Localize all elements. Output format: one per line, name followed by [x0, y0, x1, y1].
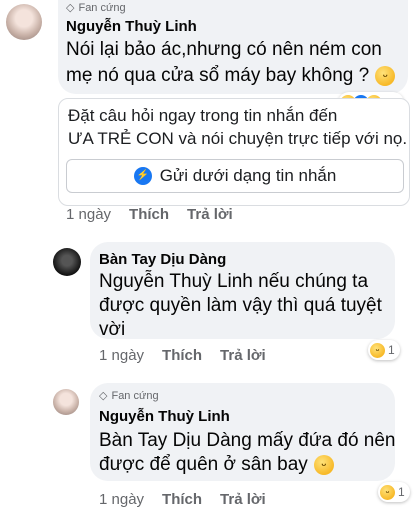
like-button[interactable]: Thích [162, 491, 202, 508]
reply-author-name[interactable]: Nguyễn Thuỳ Linh [99, 408, 230, 425]
reply-timestamp[interactable]: 1 ngày [99, 491, 144, 508]
like-button[interactable]: Thích [162, 347, 202, 364]
reactions-summary[interactable]: ᵕ 1 [378, 482, 410, 502]
fan-badge: ◇ Fan cứng [66, 1, 126, 15]
reply-timestamp[interactable]: 1 ngày [99, 347, 144, 364]
comment-timestamp[interactable]: 1 ngày [66, 206, 111, 223]
diamond-icon: ◇ [99, 390, 108, 402]
laughing-emoji-icon: ᵕ [375, 66, 396, 86]
haha-reaction-icon: ᵕ [370, 342, 385, 358]
reactions-summary[interactable]: ᵕ 1 [368, 340, 400, 360]
reply-button[interactable]: Trả lời [187, 206, 233, 223]
reply-actions: 1 ngày Thích Trả lời [99, 491, 284, 508]
fan-badge: ◇ Fan cứng [99, 389, 159, 403]
reply-text-line: được để quên ở sân bay ᵕ [99, 452, 334, 478]
cta-text-line: ƯA TRẺ CON và nói chuyện trực tiếp với n… [68, 129, 408, 148]
reply-text-line: được quyền làm vậy thì quá tuyệt [99, 295, 382, 316]
reply-actions: 1 ngày Thích Trả lời [99, 347, 284, 364]
laughing-emoji-icon: ᵕ [313, 455, 334, 475]
comment-actions: 1 ngày Thích Trả lời [66, 206, 251, 223]
send-as-message-button[interactable]: ⚡ Gửi dưới dạng tin nhắn [66, 159, 404, 193]
reply-button[interactable]: Trả lời [220, 347, 266, 364]
reply-author-name[interactable]: Bàn Tay Dịu Dàng [99, 251, 226, 268]
like-button[interactable]: Thích [129, 206, 169, 223]
reply-button[interactable]: Trả lời [220, 491, 266, 508]
reply-text-line: Nguyễn Thuỳ Linh nếu chúng ta [99, 271, 369, 292]
comment-author-name[interactable]: Nguyễn Thuỳ Linh [66, 18, 197, 35]
reply-text-line: vời [99, 319, 126, 340]
comment-text-line: mẹ nó qua cửa sổ máy bay không ? ᵕ [66, 63, 396, 89]
diamond-icon: ◇ [66, 2, 75, 14]
comment-text-line: Nói lại bảo ác,nhưng có nên ném con [66, 39, 382, 60]
reply-text-line: Bàn Tay Dịu Dàng mấy đứa đó nên [99, 430, 396, 451]
avatar-nguyen-thuy-linh[interactable] [53, 389, 79, 415]
avatar-ban-tay-diu-dang[interactable] [53, 248, 81, 276]
cta-text-line: Đặt câu hỏi ngay trong tin nhắn đến [68, 106, 338, 125]
haha-reaction-icon: ᵕ [380, 484, 395, 500]
avatar-nguyen-thuy-linh[interactable] [6, 4, 42, 40]
messenger-icon: ⚡ [133, 167, 152, 185]
